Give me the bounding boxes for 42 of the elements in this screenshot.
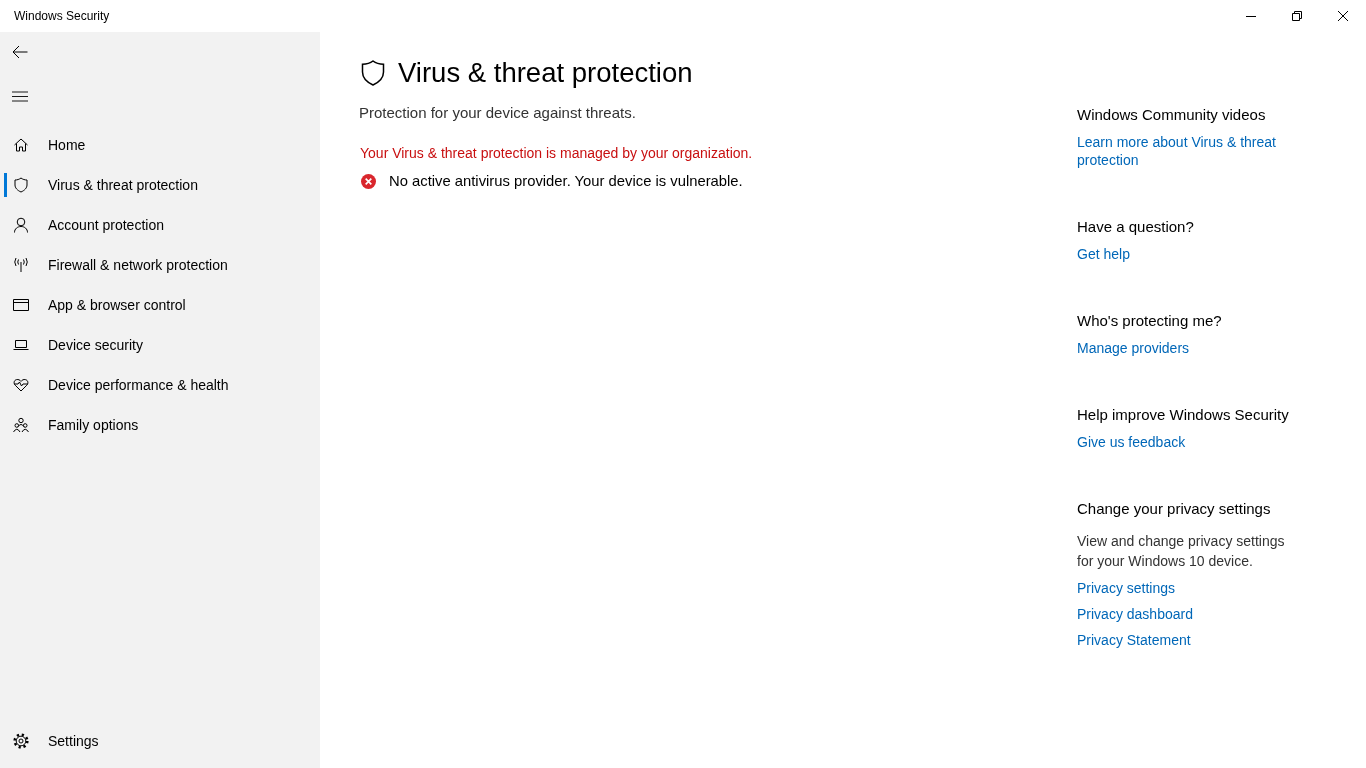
- help-link[interactable]: Learn more about Virus & threat protection: [1077, 133, 1312, 169]
- managed-notice: Your Virus & threat protection is managed by your organization.: [360, 144, 754, 163]
- help-link[interactable]: Give us feedback: [1077, 433, 1186, 451]
- nav-item[interactable]: Home: [4, 133, 320, 157]
- section-heading: Windows Community videos: [1077, 105, 1266, 125]
- laptop-icon: [13, 337, 29, 353]
- settings-icon: [13, 733, 29, 749]
- antenna-icon: [13, 257, 29, 273]
- section-description: View and change privacy settings for your Windows 10 device.: [1077, 532, 1286, 571]
- back-arrow-icon: [12, 44, 28, 60]
- person-icon: [13, 217, 29, 233]
- restore-icon: [1292, 11, 1302, 21]
- page-title: Virus & threat protection: [398, 56, 693, 90]
- window-title: Windows Security: [13, 9, 111, 23]
- help-link[interactable]: Manage providers: [1077, 339, 1190, 357]
- close-icon: [1338, 11, 1348, 21]
- page-description: Protection for your device against threats.: [359, 103, 637, 123]
- heart-pulse-icon: [13, 377, 29, 393]
- help-link[interactable]: Privacy Statement: [1077, 631, 1191, 649]
- section-heading: Help improve Windows Security: [1077, 405, 1289, 425]
- section-heading: Change your privacy settings: [1077, 499, 1271, 519]
- help-link[interactable]: Privacy dashboard: [1077, 605, 1193, 623]
- nav-item[interactable]: Virus & threat protection: [4, 173, 320, 197]
- section-heading: Have a question?: [1077, 217, 1194, 237]
- home-icon: [13, 137, 29, 153]
- nav-item[interactable]: Device performance & health: [4, 373, 320, 397]
- nav-item[interactable]: Firewall & network protection: [4, 253, 320, 277]
- nav-item[interactable]: Device security: [4, 333, 320, 357]
- nav-item[interactable]: Settings: [4, 729, 320, 753]
- family-icon: [13, 417, 29, 433]
- section-heading: Who's protecting me?: [1077, 311, 1222, 331]
- error-icon: [361, 173, 376, 189]
- shield-icon: [13, 177, 29, 193]
- browser-window-icon: [13, 297, 29, 313]
- help-link[interactable]: Get help: [1077, 245, 1130, 263]
- shield-icon: [361, 60, 385, 86]
- nav-item[interactable]: Family options: [4, 413, 320, 437]
- nav-item[interactable]: App & browser control: [4, 293, 320, 317]
- menu-icon: [12, 90, 28, 102]
- alert-message: No active antivirus provider. Your device is vulnerable.: [389, 172, 743, 191]
- help-link[interactable]: Privacy settings: [1077, 579, 1176, 597]
- nav-item[interactable]: Account protection: [4, 213, 320, 237]
